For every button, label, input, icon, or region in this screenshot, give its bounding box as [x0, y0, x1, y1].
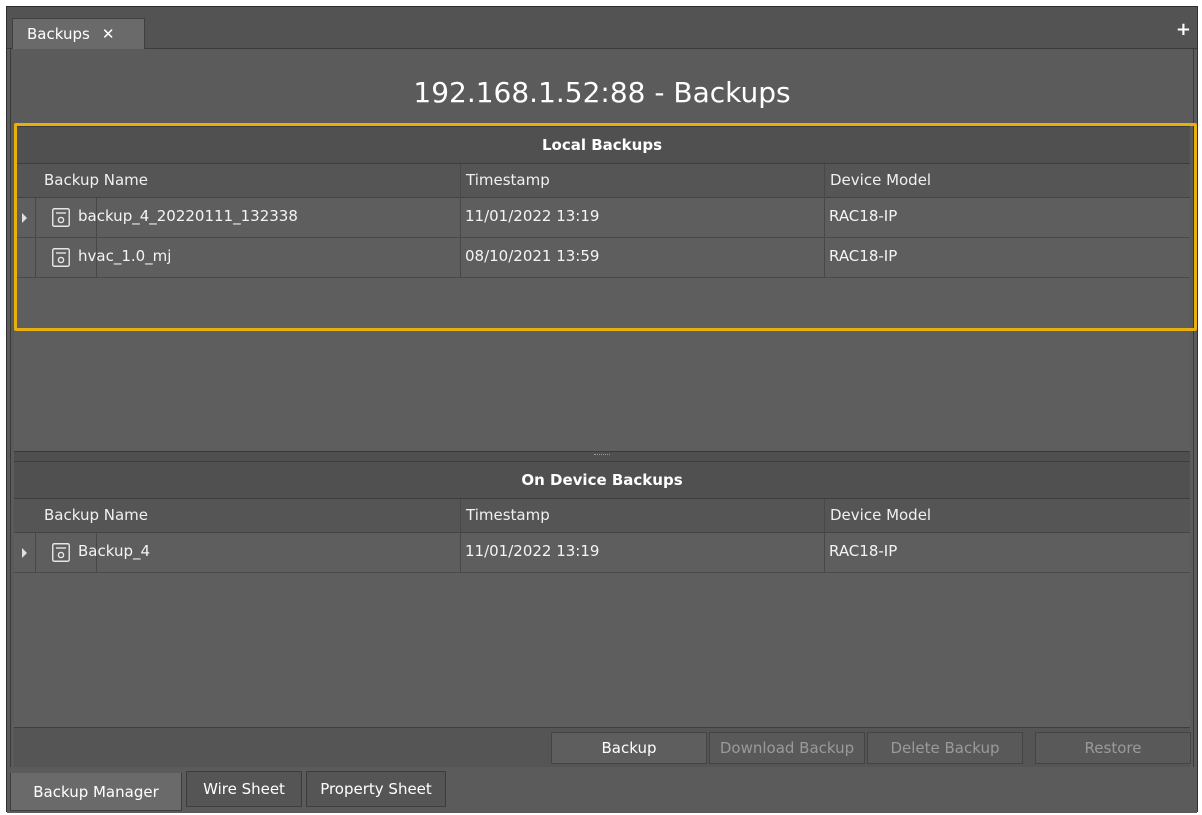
row-selector[interactable]	[14, 238, 36, 277]
row-arrow-icon	[22, 548, 27, 558]
row-selector[interactable]	[14, 198, 36, 237]
column-backup-name[interactable]: Backup Name	[44, 506, 148, 524]
local-column-headers: Backup Name Timestamp Device Model	[14, 164, 1190, 198]
backup-timestamp: 11/01/2022 13:19	[465, 542, 600, 560]
backup-button[interactable]: Backup	[551, 732, 707, 764]
table-row[interactable]: hvac_1.0_mj 08/10/2021 13:59 RAC18-IP	[14, 238, 1190, 278]
column-backup-name[interactable]: Backup Name	[44, 171, 148, 189]
splitter-grip-icon	[594, 454, 610, 457]
device-column-headers: Backup Name Timestamp Device Model	[14, 499, 1190, 533]
document-tab-bar: Backups ✕ +	[7, 7, 1197, 49]
device-backups-section: On Device Backups Backup Name Timestamp …	[14, 461, 1190, 727]
tab-wire-sheet[interactable]: Wire Sheet	[186, 771, 302, 807]
backup-timestamp: 08/10/2021 13:59	[465, 247, 600, 265]
backup-name: backup_4_20220111_132338	[78, 207, 298, 225]
tab-backups-label: Backups	[27, 25, 90, 43]
device-backups-header: On Device Backups	[14, 461, 1190, 499]
close-icon[interactable]: ✕	[102, 25, 115, 43]
restore-button[interactable]: Restore	[1035, 732, 1191, 764]
column-timestamp[interactable]: Timestamp	[466, 506, 550, 524]
column-device-model[interactable]: Device Model	[830, 171, 931, 189]
backup-timestamp: 11/01/2022 13:19	[465, 207, 600, 225]
disk-icon	[52, 248, 70, 267]
section-splitter[interactable]	[14, 451, 1190, 461]
device-model: RAC18-IP	[829, 542, 898, 560]
tab-backup-manager[interactable]: Backup Manager	[10, 773, 182, 811]
device-model: RAC18-IP	[829, 247, 898, 265]
disk-icon	[52, 543, 70, 562]
row-selector[interactable]	[14, 533, 36, 572]
table-row[interactable]: Backup_4 11/01/2022 13:19 RAC18-IP	[14, 533, 1190, 573]
column-timestamp[interactable]: Timestamp	[466, 171, 550, 189]
view-tab-bar: Backup Manager Wire Sheet Property Sheet	[7, 767, 1197, 813]
row-arrow-icon	[22, 213, 27, 223]
action-button-bar: Backup Download Backup Delete Backup Res…	[14, 727, 1191, 767]
add-tab-icon[interactable]: +	[1176, 21, 1191, 39]
local-backups-section: Local Backups Backup Name Timestamp Devi…	[14, 126, 1190, 451]
backup-manager-panel: 192.168.1.52:88 - Backups Local Backups …	[10, 49, 1197, 767]
backup-name: Backup_4	[78, 542, 151, 560]
disk-icon	[52, 208, 70, 227]
local-backups-header: Local Backups	[14, 126, 1190, 164]
column-device-model[interactable]: Device Model	[830, 506, 931, 524]
page-title: 192.168.1.52:88 - Backups	[413, 76, 791, 109]
tab-backups[interactable]: Backups ✕	[12, 18, 145, 49]
delete-backup-button[interactable]: Delete Backup	[867, 732, 1023, 764]
table-row[interactable]: backup_4_20220111_132338 11/01/2022 13:1…	[14, 198, 1190, 238]
backup-name: hvac_1.0_mj	[78, 247, 172, 265]
device-model: RAC18-IP	[829, 207, 898, 225]
download-backup-button[interactable]: Download Backup	[709, 732, 865, 764]
tab-property-sheet[interactable]: Property Sheet	[306, 771, 446, 807]
backups-window: Backups ✕ + 192.168.1.52:88 - Backups Lo…	[6, 6, 1198, 813]
